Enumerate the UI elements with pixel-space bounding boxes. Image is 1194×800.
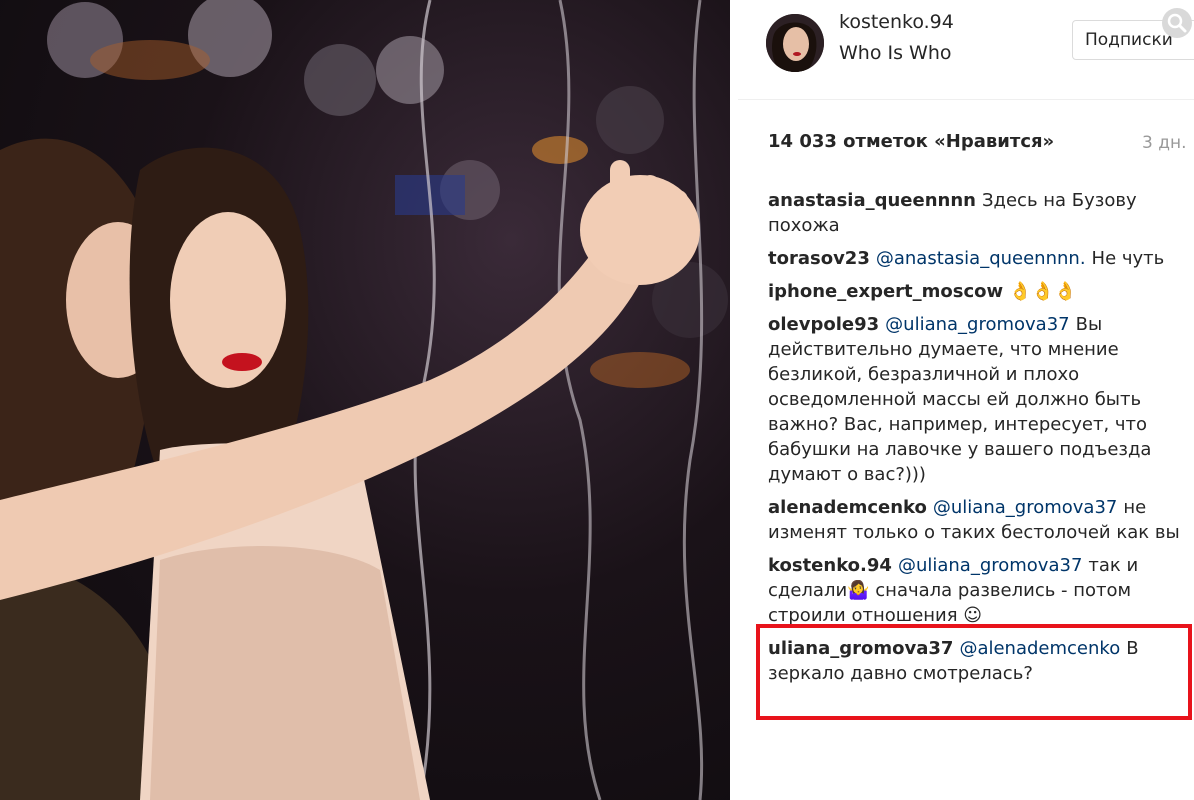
comment-author[interactable]: kostenko.94: [768, 555, 892, 576]
comment-item: torasov23 @anastasia_queennnn. Не чуть: [768, 246, 1188, 271]
comment-mention[interactable]: @anastasia_queennnn.: [876, 248, 1086, 269]
comment-item: anastasia_queennnn Здесь на Бузову похожа: [768, 188, 1188, 238]
comment-author[interactable]: iphone_expert_moscow: [768, 281, 1003, 302]
comment-text: Вы действительно думаете, что мнение без…: [768, 314, 1152, 485]
post-photo: [0, 0, 730, 800]
search-icon: [1167, 13, 1187, 33]
comments-list: anastasia_queennnn Здесь на Бузову похожа…: [768, 188, 1188, 694]
comment-mention[interactable]: @uliana_gromova37: [933, 497, 1117, 518]
comment-item: kostenko.94 @uliana_gromova37 так и сделал…: [768, 553, 1188, 628]
zoom-icon[interactable]: [1162, 8, 1192, 38]
post-location[interactable]: Who Is Who: [839, 42, 952, 64]
comment-author[interactable]: anastasia_queennnn: [768, 190, 976, 211]
comment-author[interactable]: olevpole93: [768, 314, 879, 335]
comment-mention[interactable]: @uliana_gromova37: [885, 314, 1069, 335]
highlight-box: [756, 624, 1192, 720]
avatar-image: [766, 14, 824, 72]
comment-author[interactable]: torasov23: [768, 248, 870, 269]
post-time: 3 дн.: [1142, 133, 1187, 153]
comment-text: Не чуть: [1091, 248, 1165, 269]
comment-mention[interactable]: @uliana_gromova37: [898, 555, 1082, 576]
comment-author[interactable]: alenademcenko: [768, 497, 927, 518]
post-sidebar: kostenko.94 Who Is Who Подписки 14 033 о…: [738, 0, 1194, 800]
comment-text: 👌👌👌: [1009, 281, 1077, 302]
comment-item: olevpole93 @uliana_gromova37 Вы действител…: [768, 312, 1188, 487]
likes-count[interactable]: 14 033 отметок «Нравится»: [768, 131, 1054, 152]
post-header: kostenko.94 Who Is Who Подписки: [738, 0, 1194, 100]
comment-item: iphone_expert_moscow 👌👌👌: [768, 279, 1188, 304]
comment-item: alenademcenko @uliana_gromova37 не изменят…: [768, 495, 1188, 545]
avatar[interactable]: [766, 14, 824, 72]
photo-illustration: [0, 0, 728, 800]
post-username[interactable]: kostenko.94: [839, 11, 954, 33]
